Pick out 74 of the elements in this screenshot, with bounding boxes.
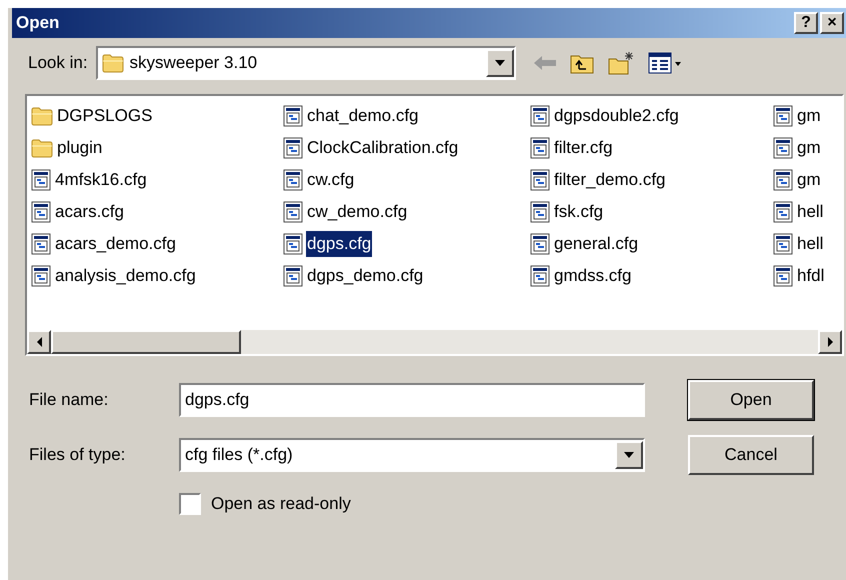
window-title: Open — [16, 12, 60, 34]
file-item[interactable]: hell — [796, 231, 824, 257]
config-file-icon — [773, 233, 793, 255]
config-file-icon — [31, 233, 51, 255]
file-item[interactable]: fsk.cfg — [553, 199, 604, 225]
scroll-thumb[interactable] — [51, 330, 241, 354]
config-file-icon — [773, 105, 793, 127]
file-type-dropdown[interactable]: cfg files (*.cfg) — [179, 438, 645, 472]
config-file-icon — [530, 105, 550, 127]
file-item[interactable]: acars.cfg — [54, 199, 125, 225]
config-file-icon — [31, 265, 51, 287]
config-file-icon — [283, 105, 303, 127]
help-button[interactable]: ? — [794, 12, 818, 34]
config-file-icon — [283, 169, 303, 191]
file-item[interactable]: filter_demo.cfg — [553, 167, 666, 193]
file-item[interactable]: cw_demo.cfg — [306, 199, 408, 225]
config-file-icon — [283, 265, 303, 287]
file-item[interactable]: hell — [796, 199, 824, 225]
file-item[interactable]: plugin — [56, 135, 104, 161]
look-in-dropdown[interactable]: skysweeper 3.10 — [96, 46, 516, 80]
caret-icon — [624, 452, 634, 458]
folder-icon — [31, 106, 53, 126]
config-file-icon — [773, 169, 793, 191]
read-only-checkbox[interactable] — [179, 492, 201, 515]
dropdown-button[interactable] — [486, 49, 514, 77]
folder-icon — [31, 138, 53, 158]
file-item[interactable]: chat_demo.cfg — [306, 103, 420, 129]
config-file-icon — [530, 233, 550, 255]
file-type-label: Files of type: — [29, 444, 126, 466]
config-file-icon — [530, 201, 550, 223]
read-only-label: Open as read-only — [211, 493, 351, 515]
file-name-field[interactable]: dgps.cfg — [179, 383, 645, 417]
file-item[interactable]: gm — [796, 103, 822, 129]
file-item[interactable]: cw.cfg — [306, 167, 356, 193]
file-item[interactable]: ClockCalibration.cfg — [306, 135, 460, 161]
config-file-icon — [530, 265, 550, 287]
file-item[interactable]: general.cfg — [553, 231, 640, 257]
config-file-icon — [283, 201, 303, 223]
right-arrow-icon — [828, 337, 832, 347]
config-file-icon — [283, 137, 303, 159]
horizontal-scrollbar[interactable] — [27, 330, 842, 354]
caret-icon — [494, 60, 505, 66]
config-file-icon — [773, 137, 793, 159]
dialog-button[interactable]: Cancel — [688, 435, 814, 475]
scroll-right-button[interactable] — [818, 330, 842, 354]
folder-icon — [102, 53, 124, 73]
config-file-icon — [773, 201, 793, 223]
config-file-icon — [530, 169, 550, 191]
file-item[interactable]: dgps_demo.cfg — [306, 263, 424, 289]
left-arrow-icon — [36, 337, 42, 347]
file-item[interactable]: acars_demo.cfg — [54, 231, 177, 257]
look-in-label: Look in: — [28, 52, 88, 74]
config-file-icon — [773, 265, 793, 287]
dropdown-button[interactable] — [615, 441, 643, 469]
config-file-icon — [31, 201, 51, 223]
close-button[interactable]: × — [820, 12, 844, 34]
scroll-left-button[interactable] — [27, 330, 51, 354]
dialog-button[interactable]: Open — [688, 380, 814, 420]
file-item[interactable]: analysis_demo.cfg — [54, 263, 197, 289]
config-file-icon — [283, 233, 303, 255]
file-item[interactable]: 4mfsk16.cfg — [54, 167, 148, 193]
config-file-icon — [31, 169, 51, 191]
file-item[interactable]: dgps.cfg — [306, 231, 372, 257]
file-item[interactable]: DGPSLOGS — [56, 103, 154, 129]
file-item[interactable]: filter.cfg — [553, 135, 614, 161]
file-item[interactable]: gm — [796, 135, 822, 161]
config-file-icon — [530, 137, 550, 159]
file-name-label: File name: — [29, 389, 110, 412]
file-item[interactable]: hfdl — [796, 263, 826, 289]
file-item[interactable]: gmdss.cfg — [553, 263, 632, 289]
file-item[interactable]: gm — [796, 167, 822, 193]
new-folder-icon[interactable] — [608, 51, 634, 75]
file-item[interactable]: dgpsdouble2.cfg — [553, 103, 680, 129]
view-menu-icon[interactable] — [648, 52, 682, 74]
